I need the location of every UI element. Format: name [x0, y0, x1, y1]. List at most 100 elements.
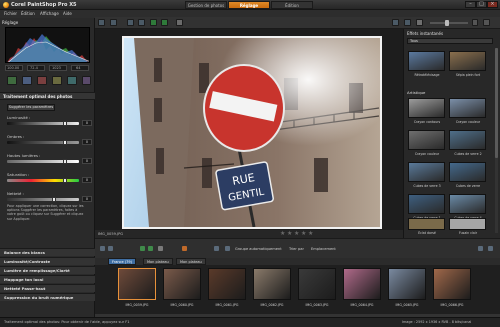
- actual-size-icon[interactable]: [404, 19, 411, 26]
- tab-folder-france[interactable]: France (79): [108, 258, 136, 265]
- slider-value-field[interactable]: 0: [82, 177, 92, 183]
- filmstrip-thumbnail[interactable]: [433, 268, 471, 300]
- location-label[interactable]: Emplacement: [311, 247, 336, 251]
- rating-star[interactable]: ★: [294, 230, 299, 237]
- zoom-slider[interactable]: [430, 22, 468, 24]
- thumbnail-size-icon[interactable]: [225, 246, 230, 251]
- effect-thumbnail[interactable]: [449, 51, 486, 71]
- tag-icon[interactable]: [478, 246, 483, 251]
- share-icon[interactable]: [182, 246, 187, 251]
- effects-category-dropdown[interactable]: Tous: [407, 38, 493, 44]
- filmstrip-filename: IMG_0063.JPG: [305, 303, 329, 307]
- menu-view[interactable]: Affichage: [40, 11, 59, 16]
- zoom-in-icon[interactable]: [472, 19, 478, 26]
- filmstrip-thumbnail[interactable]: [118, 268, 156, 300]
- filename-label: IMG_0059.JPG: [98, 232, 124, 236]
- rating-star[interactable]: ★: [287, 230, 292, 237]
- adjust-slider[interactable]: [7, 160, 79, 163]
- zoom-slider-handle[interactable]: [445, 20, 449, 26]
- minimize-button[interactable]: –: [465, 1, 476, 8]
- effect-thumbnail[interactable]: [408, 98, 445, 118]
- rotate-left-icon[interactable]: [150, 19, 157, 26]
- slider-value-field[interactable]: 0: [82, 196, 92, 202]
- menu-help[interactable]: Aide: [63, 11, 72, 16]
- slider-value-field[interactable]: 0: [82, 120, 92, 126]
- tab-manage[interactable]: Gestion de photos: [185, 1, 227, 9]
- slider-thumb[interactable]: [62, 159, 67, 164]
- adjust-slider[interactable]: [7, 179, 79, 182]
- redo-icon[interactable]: [138, 19, 145, 26]
- rating-star[interactable]: ★: [301, 230, 306, 237]
- filmstrip-thumbnail[interactable]: [343, 268, 381, 300]
- filmstrip-thumbnail[interactable]: [208, 268, 246, 300]
- delete-icon[interactable]: [158, 246, 163, 251]
- delete-icon[interactable]: [176, 19, 183, 26]
- undo-icon[interactable]: [127, 19, 134, 26]
- crop-tool-icon[interactable]: [7, 76, 17, 85]
- suggest-settings-button[interactable]: Suggérer les paramètres: [7, 104, 55, 111]
- tab-my-tray-2[interactable]: Mon plateau: [176, 258, 206, 265]
- group-auto-label[interactable]: Groupe automatiquement: [235, 247, 282, 251]
- makeover-tool-icon[interactable]: [82, 76, 91, 85]
- slider-thumb[interactable]: [62, 178, 67, 183]
- effect-thumbnail[interactable]: [449, 194, 486, 214]
- pan-hand-icon[interactable]: [416, 19, 423, 26]
- effect-label: Cubes de verre: [455, 184, 481, 188]
- close-button[interactable]: ×: [487, 1, 498, 8]
- effects-category-label: Artistique: [407, 90, 426, 95]
- filmstrip-thumbnail[interactable]: [388, 268, 426, 300]
- effect-thumbnail[interactable]: [449, 98, 486, 118]
- effect-thumbnail[interactable]: [449, 162, 486, 182]
- menu-file[interactable]: Fichier: [4, 11, 17, 16]
- organizer-toggle-icon[interactable]: [100, 246, 105, 251]
- effects-scrollbar-thumb[interactable]: [495, 48, 498, 158]
- adjust-slider[interactable]: [7, 198, 79, 201]
- filmstrip-thumbnail[interactable]: [253, 268, 291, 300]
- view-mode-icon[interactable]: [214, 246, 219, 251]
- filmstrip-thumbnail[interactable]: [163, 268, 201, 300]
- tab-my-tray[interactable]: Mon plateau: [143, 258, 173, 265]
- red-eye-tool-icon[interactable]: [37, 76, 47, 85]
- effect-label: Rétrotélévisage: [414, 73, 440, 77]
- slider-label: Saturation :: [7, 172, 30, 177]
- save-as-icon[interactable]: [110, 19, 117, 26]
- slider-value-field[interactable]: 0: [82, 158, 92, 164]
- slider-thumb[interactable]: [62, 121, 67, 126]
- maximize-button[interactable]: □: [476, 1, 487, 8]
- effect-thumbnail[interactable]: [449, 218, 486, 230]
- rating-star[interactable]: ★: [308, 230, 313, 237]
- adjust-slider[interactable]: [7, 141, 79, 144]
- rating-star[interactable]: ★: [280, 230, 285, 237]
- adjust-slider[interactable]: [7, 122, 79, 125]
- slider-thumb[interactable]: [62, 140, 67, 145]
- settings-icon[interactable]: [488, 246, 493, 251]
- tab-edit[interactable]: Édition: [271, 1, 313, 9]
- effect-thumbnail[interactable]: [408, 194, 445, 214]
- rotate-left-icon[interactable]: [140, 246, 145, 251]
- retouch-brush-icon[interactable]: [52, 76, 62, 85]
- straighten-tool-icon[interactable]: [22, 76, 32, 85]
- section-title: Traitement optimal des photos: [3, 94, 73, 99]
- effect-thumbnail[interactable]: [408, 130, 445, 150]
- rotate-right-icon[interactable]: [161, 19, 168, 26]
- effect-thumbnail[interactable]: [408, 218, 445, 230]
- sort-by-label[interactable]: Trier par: [289, 247, 304, 251]
- collapsed-section-label: Netteté Passe-haut: [4, 286, 46, 291]
- menu-edit[interactable]: Édition: [21, 11, 35, 16]
- photo-preview[interactable]: RUE GENTIL: [122, 36, 382, 229]
- rotate-right-icon[interactable]: [148, 246, 153, 251]
- slider-label: Netteté :: [7, 191, 24, 196]
- slider-label: Ombres :: [7, 134, 25, 139]
- filmstrip-thumbnail[interactable]: [298, 268, 336, 300]
- effect-thumbnail[interactable]: [408, 162, 445, 182]
- effect-thumbnail[interactable]: [408, 51, 445, 71]
- zoom-options-icon[interactable]: [483, 19, 490, 26]
- fit-window-icon[interactable]: [392, 19, 399, 26]
- organizer-back-icon[interactable]: [108, 246, 113, 251]
- slider-value-field[interactable]: 0: [82, 139, 92, 145]
- clone-brush-icon[interactable]: [67, 76, 77, 85]
- save-icon[interactable]: [98, 19, 105, 26]
- tab-adjust[interactable]: Réglage: [228, 1, 270, 9]
- slider-thumb[interactable]: [51, 197, 56, 202]
- effect-thumbnail[interactable]: [449, 130, 486, 150]
